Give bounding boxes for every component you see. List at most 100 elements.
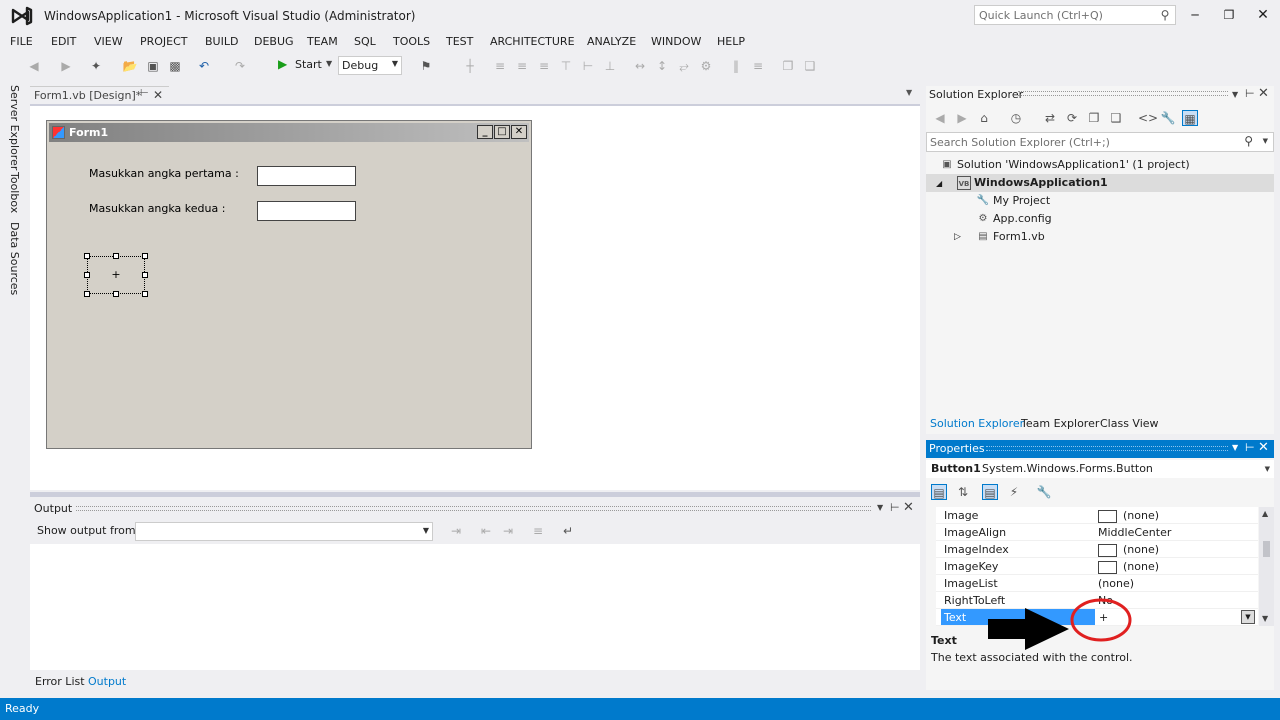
start-dropdown-icon[interactable]: ▼: [326, 59, 332, 68]
document-list-dropdown-icon[interactable]: ▼: [906, 88, 912, 97]
pin-icon[interactable]: ⊢: [1245, 441, 1255, 454]
menu-window[interactable]: WINDOW: [651, 35, 701, 48]
collapse-arrow-icon[interactable]: ◢: [936, 179, 942, 188]
property-row-image[interactable]: Image (none): [936, 507, 1258, 524]
tree-item-solution[interactable]: ▣ Solution 'WindowsApplication1' (1 proje…: [940, 158, 1189, 172]
label-second-number[interactable]: Masukkan angka kedua :: [89, 202, 225, 215]
restore-button[interactable]: ❐: [1218, 6, 1240, 24]
menu-edit[interactable]: EDIT: [51, 35, 76, 48]
tab-solution-explorer[interactable]: Solution Explorer: [930, 417, 1024, 430]
solution-explorer-search-input[interactable]: Search Solution Explorer (Ctrl+;) ⚲ ▼: [926, 132, 1274, 152]
categorized-icon[interactable]: ▤: [931, 484, 947, 500]
panel-menu-icon[interactable]: ▼: [1232, 90, 1238, 99]
property-pages-icon[interactable]: 🔧: [1036, 484, 1052, 500]
resize-handle[interactable]: [142, 291, 148, 297]
menu-test[interactable]: TEST: [446, 35, 473, 48]
show-all-files-icon[interactable]: ❑: [1108, 110, 1124, 126]
resize-handle[interactable]: [84, 291, 90, 297]
solution-configuration-select[interactable]: Debug ▼: [338, 56, 402, 75]
resize-handle[interactable]: [84, 253, 90, 259]
sync-icon[interactable]: ⇄: [1042, 110, 1058, 126]
pin-icon[interactable]: ⊢: [140, 88, 149, 99]
label-first-number[interactable]: Masukkan angka pertama :: [89, 167, 239, 180]
tab-data-sources[interactable]: Data Sources: [8, 222, 21, 295]
close-tab-icon[interactable]: ✕: [153, 88, 163, 102]
tab-class-view[interactable]: Class View: [1100, 417, 1159, 430]
menu-team[interactable]: TEAM: [307, 35, 338, 48]
output-text-area[interactable]: [30, 544, 920, 670]
close-window-button[interactable]: ✕: [1252, 6, 1274, 24]
redo-icon[interactable]: ↷: [232, 58, 248, 74]
resize-handle[interactable]: [113, 253, 119, 259]
menu-view[interactable]: VIEW: [94, 35, 123, 48]
back-icon[interactable]: ◀: [932, 110, 948, 126]
resize-handle[interactable]: [113, 291, 119, 297]
forward-icon[interactable]: ▶: [58, 58, 74, 74]
tree-item-app-config[interactable]: ⚙ App.config: [976, 212, 1052, 226]
close-icon[interactable]: ✕: [1258, 86, 1269, 101]
search-options-icon[interactable]: ▼: [1263, 137, 1268, 145]
panel-menu-icon[interactable]: ▼: [877, 503, 883, 512]
tree-item-project[interactable]: VB WindowsApplication1: [957, 176, 1108, 190]
button1-selected[interactable]: +: [87, 256, 145, 294]
close-icon[interactable]: ✕: [1258, 440, 1269, 455]
text-editor-dropdown-icon[interactable]: ▼: [1241, 610, 1255, 624]
property-grid-scrollbar[interactable]: ▲ ▼: [1259, 507, 1274, 626]
find-message-icon[interactable]: ⇥: [448, 523, 464, 539]
textbox-second-number[interactable]: [257, 201, 356, 221]
tree-item-my-project[interactable]: 🔧 My Project: [976, 194, 1050, 208]
properties-view-icon[interactable]: ▤: [982, 484, 998, 500]
pending-changes-icon[interactable]: ◷: [1008, 110, 1024, 126]
menu-file[interactable]: FILE: [10, 35, 33, 48]
pin-icon[interactable]: ⊢: [1245, 87, 1255, 100]
property-row-imagealign[interactable]: ImageAlign MiddleCenter: [936, 524, 1258, 541]
output-source-select[interactable]: ▼: [135, 522, 433, 541]
refresh-icon[interactable]: ⟳: [1064, 110, 1080, 126]
minimize-button[interactable]: ─: [1184, 6, 1206, 24]
property-row-imageindex[interactable]: ImageIndex (none): [936, 541, 1258, 558]
previous-message-icon[interactable]: ⇤: [478, 523, 494, 539]
new-project-icon[interactable]: ✦: [88, 58, 104, 74]
close-icon[interactable]: ✕: [903, 500, 914, 515]
open-file-icon[interactable]: 📂: [122, 58, 138, 74]
tab-team-explorer[interactable]: Team Explorer: [1021, 417, 1099, 430]
tab-error-list[interactable]: Error List: [35, 675, 85, 688]
start-icon[interactable]: ▶: [278, 57, 287, 71]
tab-form1-design[interactable]: Form1.vb [Design]* ⊢ ✕: [30, 86, 169, 104]
start-button[interactable]: Start: [295, 58, 322, 71]
tab-output[interactable]: Output: [88, 675, 126, 688]
menu-project[interactable]: PROJECT: [140, 35, 188, 48]
scroll-up-icon[interactable]: ▲: [1262, 509, 1268, 518]
menu-architecture[interactable]: ARCHITECTURE: [490, 35, 575, 48]
attach-icon[interactable]: ⚑: [418, 58, 434, 74]
menu-debug[interactable]: DEBUG: [254, 35, 294, 48]
tab-server-explorer[interactable]: Server Explorer: [8, 85, 21, 170]
pin-icon[interactable]: ⊢: [890, 501, 900, 514]
property-row-imagelist[interactable]: ImageList (none): [936, 575, 1258, 592]
property-row-imagekey[interactable]: ImageKey (none): [936, 558, 1258, 575]
object-selector[interactable]: Button1 System.Windows.Forms.Button ▼: [926, 460, 1274, 478]
menu-analyze[interactable]: ANALYZE: [587, 35, 636, 48]
tree-item-form1[interactable]: ▤ Form1.vb: [976, 230, 1044, 244]
preview-selected-icon[interactable]: ▦: [1182, 110, 1198, 126]
expand-arrow-icon[interactable]: ▷: [954, 232, 961, 242]
menu-build[interactable]: BUILD: [205, 35, 238, 48]
alphabetical-icon[interactable]: ⇅: [955, 484, 971, 500]
panel-menu-icon[interactable]: ▼: [1232, 443, 1238, 452]
resize-handle[interactable]: [142, 253, 148, 259]
undo-icon[interactable]: ↶: [196, 58, 212, 74]
menu-tools[interactable]: TOOLS: [393, 35, 430, 48]
clear-all-icon[interactable]: ≡: [530, 523, 546, 539]
quick-launch-input[interactable]: Quick Launch (Ctrl+Q) ⚲: [974, 5, 1176, 25]
resize-handle[interactable]: [142, 272, 148, 278]
textbox-first-number[interactable]: [257, 166, 356, 186]
back-icon[interactable]: ◀: [26, 58, 42, 74]
next-message-icon[interactable]: ⇥: [500, 523, 516, 539]
menu-help[interactable]: HELP: [717, 35, 745, 48]
scroll-down-icon[interactable]: ▼: [1262, 614, 1268, 623]
save-icon[interactable]: ▣: [145, 58, 161, 74]
events-icon[interactable]: ⚡: [1006, 484, 1022, 500]
scroll-thumb[interactable]: [1263, 541, 1270, 557]
save-all-icon[interactable]: ▩: [167, 58, 183, 74]
collapse-all-icon[interactable]: ❐: [1086, 110, 1102, 126]
